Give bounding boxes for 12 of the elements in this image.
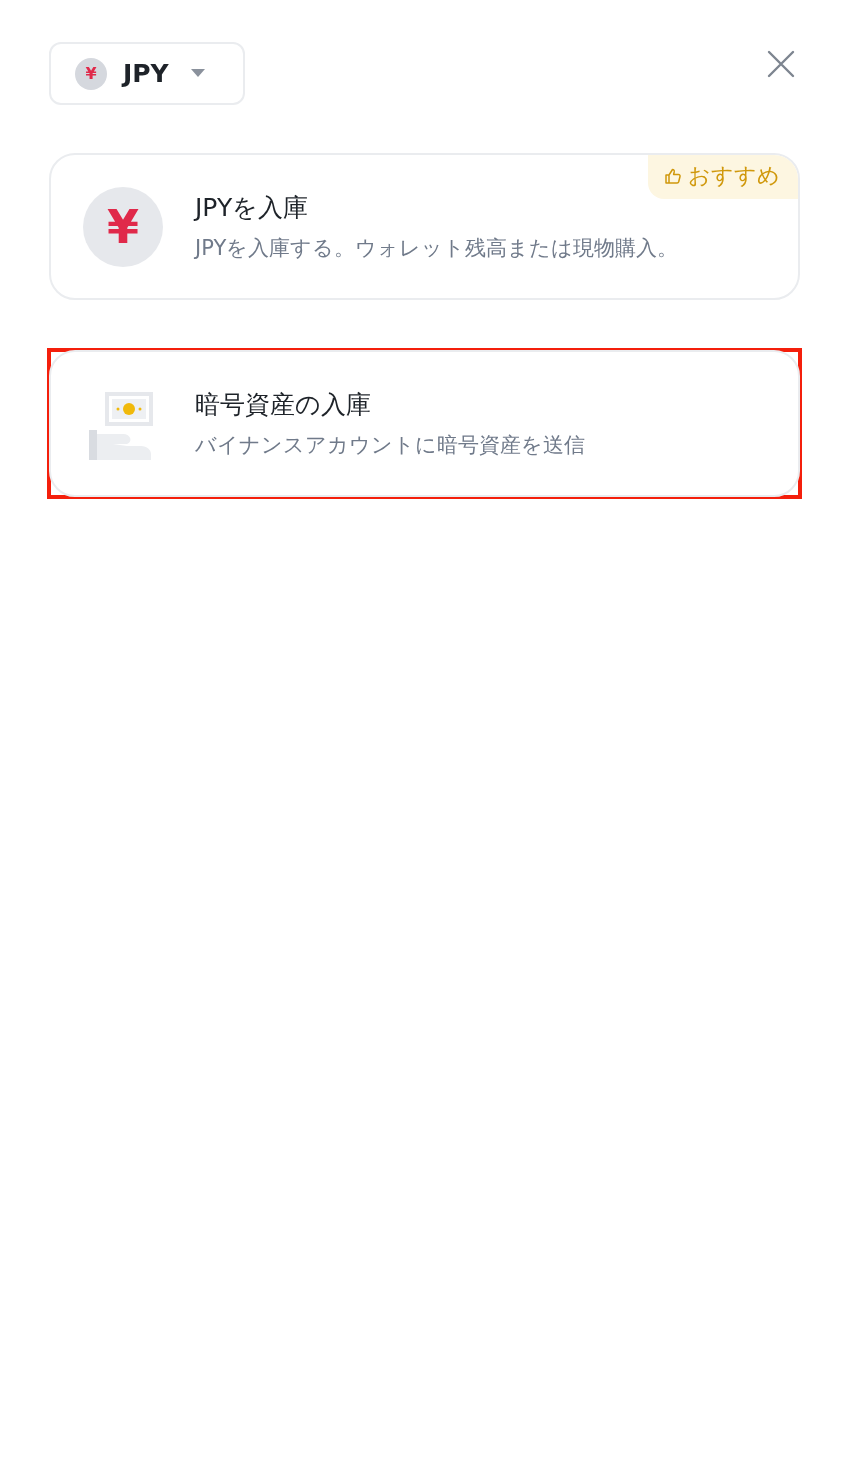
option-description: バイナンスアカウントに暗号資産を送信 <box>195 432 585 459</box>
currency-selector[interactable]: ¥ JPY <box>49 42 245 105</box>
option-title: JPYを入庫 <box>195 192 310 224</box>
deposit-option-card[interactable]: 暗号資産の入庫 バイナンスアカウントに暗号資産を送信 <box>49 350 800 497</box>
caret-icon <box>190 69 205 78</box>
option-description: JPYを入庫する。ウォレット残高または現物購入。 <box>195 235 679 262</box>
close-icon[interactable] <box>767 50 795 78</box>
yen-coin-icon: ¥ <box>83 186 163 267</box>
yen-coin-icon: ¥ <box>75 57 107 90</box>
deposit-option-card[interactable]: おすすめ ¥ JPYを入庫 JPYを入庫する。ウォレット残高または現物購入。 <box>49 153 800 300</box>
recommended-badge: おすすめ <box>648 155 798 199</box>
option-title: 暗号資産の入庫 <box>195 389 372 421</box>
